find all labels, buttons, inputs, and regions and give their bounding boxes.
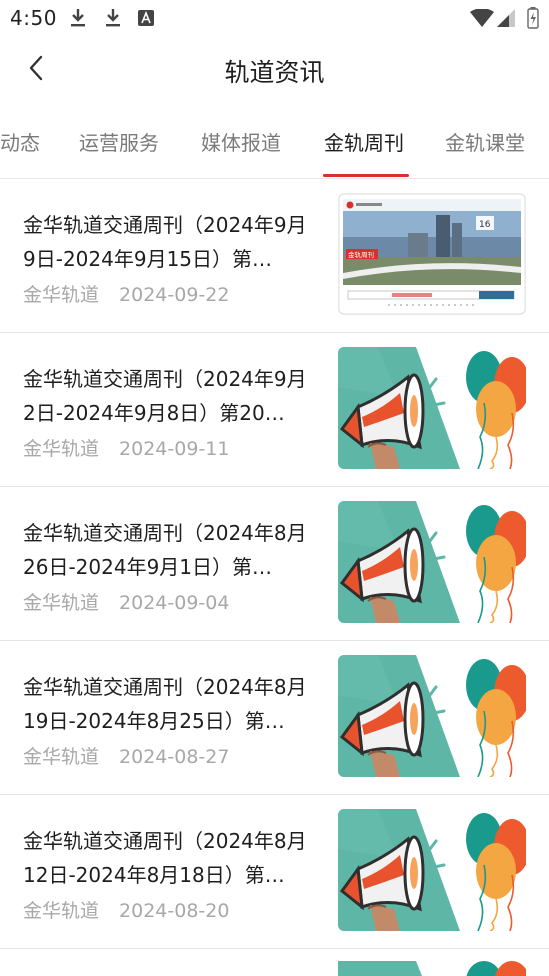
cover-badge: 金轨周刊 bbox=[348, 250, 374, 259]
megaphone-balloons-icon bbox=[338, 347, 526, 469]
article-source: 金华轨道 bbox=[23, 746, 100, 768]
battery-charging-icon bbox=[527, 7, 539, 33]
page-title: 轨道资讯 bbox=[224, 58, 325, 87]
article-title: 金华轨道交通周刊（2024年8月19日-2024年8月25日）第… bbox=[23, 675, 307, 733]
article-meta: 金华轨道 2024-09-04 bbox=[23, 588, 229, 615]
list-item-partial[interactable] bbox=[0, 949, 549, 976]
article-thumbnail bbox=[338, 347, 526, 469]
megaphone-balloons-icon bbox=[338, 809, 526, 931]
megaphone-balloons-icon bbox=[338, 655, 526, 777]
tab-jingui-ketang[interactable]: 金轨课堂 bbox=[445, 127, 525, 156]
tab-meiti-baodao[interactable]: 媒体报道 bbox=[201, 127, 281, 156]
font-icon bbox=[138, 10, 154, 30]
list-item[interactable]: 金华轨道交通周刊（2024年8月26日-2024年9月1日）第… 金华轨道 202… bbox=[0, 487, 549, 641]
article-thumbnail bbox=[338, 655, 526, 777]
article-source: 金华轨道 bbox=[23, 592, 100, 614]
download-icon bbox=[104, 8, 122, 32]
article-list: 金华轨道交通周刊（2024年9月9日-2024年9月15日）第… 金华轨道 202… bbox=[0, 179, 549, 949]
article-meta: 金华轨道 2024-09-22 bbox=[23, 280, 229, 307]
article-thumbnail: 16 金轨周刊 bbox=[338, 193, 526, 315]
article-date: 2024-08-20 bbox=[119, 900, 230, 922]
list-item[interactable]: 金华轨道交通周刊（2024年8月12日-2024年8月18日）第… 金华轨道 20… bbox=[0, 795, 549, 949]
list-item[interactable]: 金华轨道交通周刊（2024年8月19日-2024年8月25日）第… 金华轨道 20… bbox=[0, 641, 549, 795]
article-source: 金华轨道 bbox=[23, 900, 100, 922]
article-source: 金华轨道 bbox=[23, 284, 100, 306]
article-thumbnail bbox=[338, 809, 526, 931]
status-bar: 4:50 bbox=[0, 0, 549, 36]
article-thumbnail bbox=[338, 501, 526, 623]
article-date: 2024-09-04 bbox=[119, 592, 230, 614]
article-title: 金华轨道交通周刊（2024年9月2日-2024年9月8日）第20… bbox=[23, 367, 307, 425]
article-meta: 金华轨道 2024-08-20 bbox=[23, 896, 229, 923]
tab-jingui-zhoukan[interactable]: 金轨周刊 bbox=[324, 127, 404, 156]
download-icon bbox=[69, 8, 87, 32]
status-time: 4:50 bbox=[10, 6, 57, 30]
cover-date-number: 16 bbox=[479, 220, 491, 230]
active-tab-indicator bbox=[323, 174, 409, 177]
article-source: 金华轨道 bbox=[23, 438, 100, 460]
list-item[interactable]: 金华轨道交通周刊（2024年9月9日-2024年9月15日）第… 金华轨道 202… bbox=[0, 179, 549, 333]
article-title: 金华轨道交通周刊（2024年9月9日-2024年9月15日）第… bbox=[23, 213, 307, 271]
tab-bar: 动态 运营服务 媒体报道 金轨周刊 金轨课堂 bbox=[0, 106, 549, 179]
tab-dongtai[interactable]: 动态 bbox=[0, 127, 40, 156]
article-title: 金华轨道交通周刊（2024年8月12日-2024年8月18日）第… bbox=[23, 829, 307, 887]
tab-yunying-fuwu[interactable]: 运营服务 bbox=[79, 127, 159, 156]
article-date: 2024-09-22 bbox=[119, 284, 230, 306]
megaphone-balloons-icon bbox=[338, 961, 526, 976]
article-date: 2024-08-27 bbox=[119, 746, 230, 768]
article-meta: 金华轨道 2024-08-27 bbox=[23, 742, 229, 769]
article-meta: 金华轨道 2024-09-11 bbox=[23, 434, 229, 461]
signal-icon bbox=[497, 9, 515, 31]
article-date: 2024-09-11 bbox=[119, 438, 230, 460]
wifi-icon bbox=[470, 8, 494, 31]
header: 轨道资讯 bbox=[0, 36, 549, 106]
megaphone-balloons-icon bbox=[338, 501, 526, 623]
article-title: 金华轨道交通周刊（2024年8月26日-2024年9月1日）第… bbox=[23, 521, 307, 579]
list-item[interactable]: 金华轨道交通周刊（2024年9月2日-2024年9月8日）第20… 金华轨道 20… bbox=[0, 333, 549, 487]
